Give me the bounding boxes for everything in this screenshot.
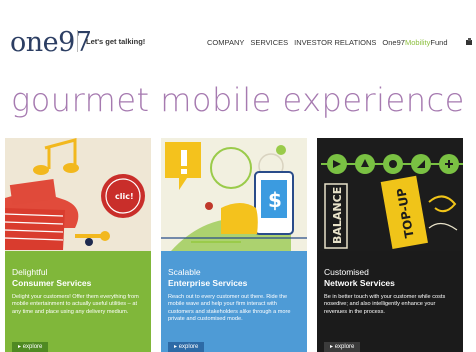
enterprise-services-card: $ Scalable Enterprise Services Reach out… xyxy=(161,138,307,352)
main-nav: COMPANY SERVICES INVESTOR RELATIONS One9… xyxy=(207,38,448,47)
card-heading-line2: Network Services xyxy=(324,278,395,288)
balance-text: BALANCE xyxy=(331,187,344,244)
fund-suffix: Fund xyxy=(430,38,448,47)
card-heading-line1: Scalable xyxy=(168,267,201,277)
nav-mobility-fund[interactable]: One97MobilityFund xyxy=(382,38,447,47)
hero-title: gourmet mobile experience xyxy=(11,81,465,119)
explore-button[interactable]: ▸ explore xyxy=(168,342,205,352)
tagline: Let's get talking! xyxy=(86,37,146,46)
fund-accent: Mobility xyxy=(404,38,431,47)
nav-services[interactable]: SERVICES xyxy=(250,38,288,47)
dollar-text: $ xyxy=(268,188,282,212)
fund-prefix: One97 xyxy=(382,38,405,47)
logo-divider xyxy=(77,30,78,52)
clic-text: clic! xyxy=(115,192,134,201)
explore-label: explore xyxy=(178,344,199,350)
card-description: Delight your customers! Offer them every… xyxy=(12,294,139,315)
card-heading-line1: Customised xyxy=(324,267,369,277)
card-heading-line2: Enterprise Services xyxy=(168,278,248,288)
card-heading-line2: Consumer Services xyxy=(12,278,92,288)
network-services-card: BALANCE TOP-UP Customised Network Servic… xyxy=(317,138,463,352)
balance-topup-illustration: BALANCE TOP-UP xyxy=(317,138,463,251)
nav-investor-relations[interactable]: INVESTOR RELATIONS xyxy=(294,38,376,47)
explore-label: explore xyxy=(334,344,355,350)
explore-button[interactable]: ▸ explore xyxy=(324,342,361,352)
mobile-payment-illustration: $ xyxy=(161,138,307,251)
card-description: Reach out to every customer out there. R… xyxy=(168,294,291,323)
card-heading-line1: Delightful xyxy=(12,267,48,277)
graphic-icon[interactable] xyxy=(466,38,476,46)
explore-button[interactable]: ▸ explore xyxy=(12,342,49,352)
site-header: one97 Let's get talking! COMPANY SERVICE… xyxy=(0,0,476,80)
one97-logo[interactable]: one97 xyxy=(10,27,92,59)
mobile-entertainment-illustration: clic! xyxy=(5,138,151,251)
card-description: Be in better touch with your customer wh… xyxy=(324,294,446,315)
explore-label: explore xyxy=(22,344,43,350)
consumer-services-card: clic! Delightful Consumer Services Delig… xyxy=(5,138,151,352)
nav-company[interactable]: COMPANY xyxy=(207,38,244,47)
